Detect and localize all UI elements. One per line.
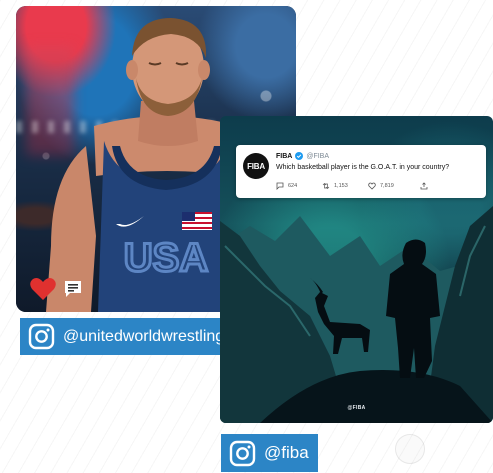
retweet-icon (322, 183, 330, 189)
fiba-instagram-label[interactable]: @fiba (221, 434, 318, 472)
heart-icon[interactable] (30, 277, 56, 301)
like-count[interactable]: 7,819 (368, 182, 414, 190)
fiba-watermark: @FIBA (347, 405, 366, 411)
tweet-stats: 624 1,153 7,819 (276, 182, 428, 190)
faded-circle-icon (395, 434, 425, 464)
post-actions (30, 277, 82, 301)
fiba-handle: @fiba (264, 443, 309, 462)
share-icon[interactable] (420, 182, 428, 190)
wrestling-handle: @unitedworldwrestling (63, 327, 225, 345)
instagram-icon (28, 323, 55, 350)
singlet-usa-text: USA (124, 236, 208, 280)
fiba-avatar: FIBA (243, 153, 269, 179)
tweet-text: Which basketball player is the G.O.A.T. … (276, 164, 450, 171)
tweet-author-name: FIBA (276, 152, 293, 160)
instagram-icon (229, 440, 256, 466)
reply-icon (276, 182, 284, 190)
fiba-post-card[interactable]: FIBA FIBA @FIBA Which basketball player … (220, 116, 493, 423)
like-icon (368, 182, 376, 190)
tweet-card[interactable]: FIBA FIBA @FIBA Which basketball player … (236, 145, 486, 198)
comment-icon[interactable] (64, 280, 82, 298)
tweet-author-handle: @FIBA (306, 152, 330, 160)
wrestling-instagram-label[interactable]: @unitedworldwrestling (20, 318, 254, 355)
reply-count[interactable]: 624 (276, 182, 322, 190)
verified-icon (295, 152, 304, 160)
retweet-count[interactable]: 1,153 (322, 182, 368, 190)
tweet-header: FIBA @FIBA (276, 152, 329, 160)
